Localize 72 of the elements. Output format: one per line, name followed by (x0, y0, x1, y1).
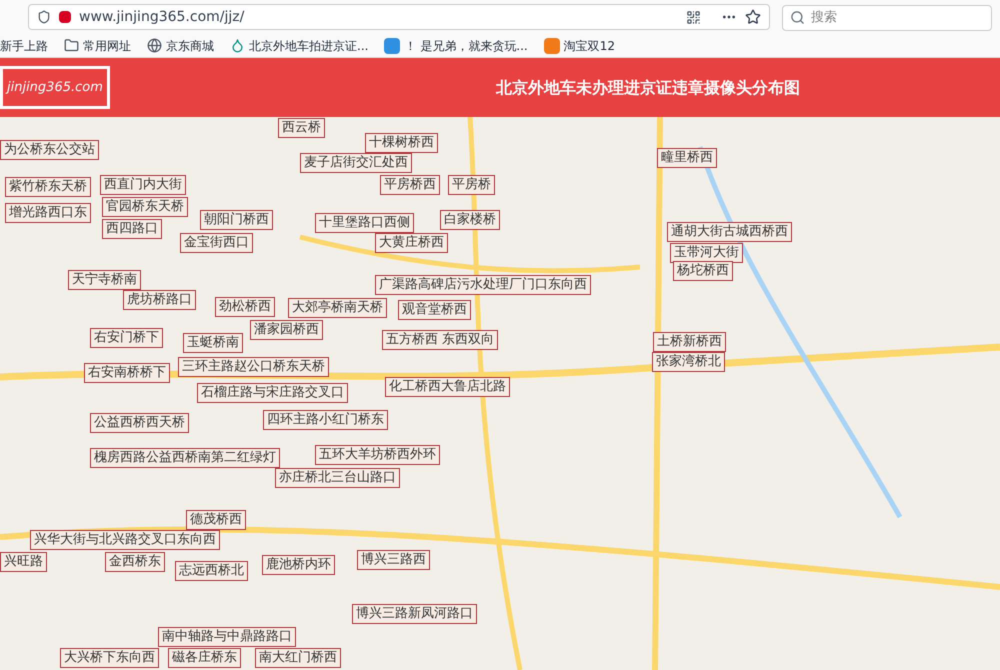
camera-label: 疃里桥西 (657, 148, 717, 168)
bookmark-link[interactable]: 京东商城 (147, 36, 214, 54)
search-field[interactable]: 搜索 (782, 4, 992, 30)
camera-label: 大黄庄桥西 (375, 233, 448, 253)
camera-label: 博兴三路西 (357, 550, 430, 570)
folder-icon (64, 38, 79, 53)
camera-label: 南大红门桥西 (255, 648, 341, 668)
star-icon[interactable] (745, 9, 761, 25)
camera-label: 十里堡路口西侧 (315, 213, 414, 233)
shield-icon[interactable] (37, 10, 51, 24)
camera-label: 兴旺路 (0, 552, 47, 572)
camera-label: 右安门桥下 (90, 328, 163, 348)
camera-label: 虎坊桥路口 (123, 290, 196, 310)
page-title: 北京外地车未办理进京证违章摄像头分布图 (496, 76, 800, 98)
camera-label: 平房桥西 (380, 175, 440, 195)
bookmark-link[interactable]: 新手上路 (0, 36, 48, 54)
camera-label: 玉蜓桥南 (183, 333, 243, 353)
camera-label: 兴华大街与北兴路交叉口东向西 (30, 530, 220, 550)
camera-label: 张家湾桥北 (652, 352, 725, 372)
bookmark-link[interactable]: 北京外地车拍进京证... (230, 36, 368, 54)
camera-label: 天宁寺桥南 (68, 270, 141, 290)
camera-label: 杨坨桥西 (673, 261, 733, 281)
qr-code-icon[interactable] (686, 10, 701, 24)
camera-label: 德茂桥西 (186, 510, 246, 530)
camera-label: 大郊亭桥南天桥 (288, 298, 387, 318)
camera-label: 金西桥东 (105, 552, 165, 572)
camera-label: 通胡大街古城西桥西 (667, 222, 792, 242)
camera-label: 磁各庄桥东 (168, 648, 241, 668)
camera-label: 五方桥西 东西双向 (382, 330, 498, 350)
camera-label: 槐房西路公益西桥南第二红绿灯 (90, 448, 280, 468)
camera-label: 官园桥东天桥 (102, 197, 188, 217)
camera-label: 西云桥 (278, 118, 325, 138)
camera-label: 西直门内大街 (100, 175, 186, 195)
camera-label: 南中轴路与中鼎路路口 (158, 627, 296, 647)
camera-label: 金宝街西口 (180, 233, 253, 253)
camera-label: 观音堂桥西 (398, 300, 471, 320)
camera-label: 十棵树桥西 (365, 133, 438, 153)
camera-label: 化工桥西大鲁店北路 (385, 377, 510, 397)
address-bar[interactable]: www.jinjing365.com/jjz/ (28, 4, 770, 30)
url-text: www.jinjing365.com/jjz/ (79, 8, 246, 26)
bookmark-link[interactable]: 淘宝双12 (544, 36, 615, 54)
camera-label: 为公桥东公交站 (0, 140, 99, 160)
site-logo[interactable]: jinjing365.com (0, 66, 110, 109)
bookmark-link[interactable]: 常用网址 (64, 36, 131, 54)
bookmark-link[interactable]: ！ 是兄弟，就来贪玩... (384, 36, 528, 54)
camera-label: 石榴庄路与宋庄路交叉口 (197, 383, 348, 403)
camera-label: 鹿池桥内环 (262, 555, 335, 575)
camera-label: 土桥新桥西 (653, 332, 726, 352)
camera-label: 平房桥 (448, 175, 495, 195)
camera-label: 增光路西口东 (5, 203, 91, 223)
drop-icon (230, 38, 245, 53)
camera-label: 四环主路小红门桥东 (263, 410, 388, 430)
camera-label: 志远西桥北 (175, 561, 248, 581)
camera-label: 三环主路赵公口桥东天桥 (178, 357, 329, 377)
search-icon (790, 10, 805, 25)
globe-icon (147, 38, 162, 53)
camera-label: 博兴三路新凤河路口 (352, 604, 477, 624)
camera-label: 公益西桥西天桥 (90, 413, 189, 433)
camera-label: 朝阳门桥西 (200, 210, 273, 230)
camera-label: 白家楼桥 (440, 210, 500, 230)
camera-label: 五环大羊坊桥西外环 (315, 445, 440, 465)
camera-label: 亦庄桥北三台山路口 (275, 468, 400, 488)
camera-label: 紫竹桥东天桥 (5, 177, 91, 197)
camera-label: 广渠路高碑店污水处理厂门口东向西 (375, 275, 591, 295)
map-background[interactable] (0, 117, 1000, 670)
camera-label: 右安南桥桥下 (84, 363, 170, 383)
camera-label: 玉带河大街 (670, 243, 743, 263)
camera-label: 麦子店街交汇处西 (300, 153, 412, 173)
camera-label: 劲松桥西 (215, 297, 275, 317)
camera-label: 潘家园桥西 (250, 320, 323, 340)
camera-label: 大兴桥下东向西 (60, 648, 159, 668)
camera-label: 西四路口 (102, 219, 162, 239)
